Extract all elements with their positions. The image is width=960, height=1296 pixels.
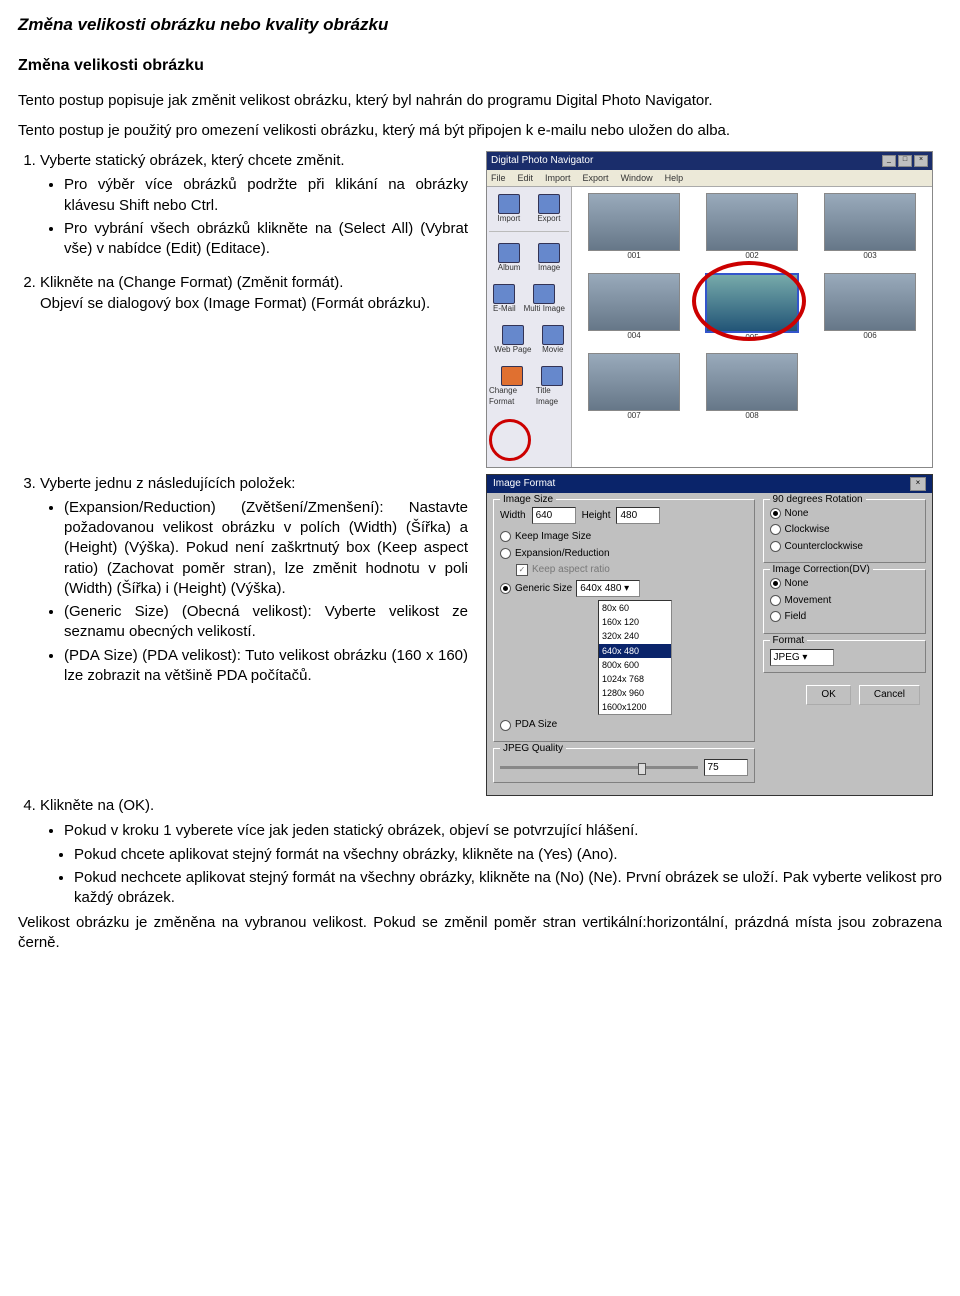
- jpeg-value: 75: [704, 759, 748, 777]
- thumbnail-icon: [588, 353, 680, 411]
- radio-icon: [500, 548, 511, 559]
- cancel-button: Cancel: [859, 685, 920, 705]
- step-3-bullet: (Expansion/Reduction) (Zvětšení/Zmenšení…: [64, 498, 468, 599]
- maximize-icon: □: [898, 155, 912, 167]
- radio-selected-icon: [770, 578, 781, 589]
- title-image-icon: [541, 366, 563, 386]
- step-2-after: Objeví se dialogový box (Image Format) (…: [40, 295, 430, 312]
- thumbnail-icon: [824, 193, 916, 251]
- page-title: Změna velikosti obrázku nebo kvality obr…: [18, 14, 942, 37]
- radio-icon: [500, 531, 511, 542]
- menu-item: Import: [545, 172, 571, 184]
- group-title: Image Correction(DV): [770, 563, 873, 577]
- movie-icon: [542, 325, 564, 345]
- generic-size-select: 640x 480 ▾: [576, 580, 640, 598]
- radio-selected-icon: [770, 508, 781, 519]
- step-4-text: Klikněte na (OK).: [40, 797, 154, 814]
- size-dropdown: 80x 60 160x 120 320x 240 640x 480 800x 6…: [598, 600, 672, 715]
- page-subtitle: Změna velikosti obrázku: [18, 55, 942, 77]
- close-icon: ×: [914, 155, 928, 167]
- height-label: Height: [582, 509, 611, 523]
- intro-paragraph-1: Tento postup popisuje jak změnit velikos…: [18, 91, 942, 111]
- export-icon: [538, 194, 560, 214]
- menu-item: File: [491, 172, 506, 184]
- group-title: 90 degrees Rotation: [770, 493, 866, 507]
- radio-icon: [770, 541, 781, 552]
- step-4-bullet: Pokud v kroku 1 vyberete více jak jeden …: [64, 821, 942, 841]
- step-1-text: Vyberte statický obrázek, který chcete z…: [40, 152, 345, 169]
- email-icon: [493, 284, 515, 304]
- thumbnail-icon: [706, 353, 798, 411]
- menu-item: Export: [583, 172, 609, 184]
- menu-item: Help: [665, 172, 684, 184]
- dialog-screenshot: Image Format × Image Size Width 640 Heig…: [486, 474, 933, 797]
- height-value: 480: [616, 507, 660, 525]
- radio-icon: [500, 720, 511, 731]
- multi-image-icon: [533, 284, 555, 304]
- thumbnail-selected-icon: [705, 273, 799, 333]
- step-4-sub-bullet: Pokud chcete aplikovat stejný formát na …: [74, 845, 942, 865]
- group-title: Format: [770, 634, 808, 648]
- menu-item: Window: [621, 172, 653, 184]
- step-1: Vyberte statický obrázek, který chcete z…: [40, 151, 468, 259]
- step-2-text: Klikněte na (Change Format) (Změnit form…: [40, 274, 343, 291]
- radio-selected-icon: [500, 583, 511, 594]
- step-4-closing: Velikost obrázku je změněna na vybranou …: [18, 913, 942, 954]
- thumbnail-icon: [588, 273, 680, 331]
- intro-paragraph-2: Tento postup je použitý pro omezení veli…: [18, 121, 942, 141]
- group-title: Image Size: [500, 493, 556, 507]
- app-title: Digital Photo Navigator: [491, 154, 593, 168]
- import-icon: [498, 194, 520, 214]
- dialog-title: Image Format: [493, 477, 555, 491]
- checkbox-icon: [516, 564, 528, 576]
- step-3-bullet: (PDA Size) (PDA velikost): Tuto velikost…: [64, 646, 468, 687]
- app-screenshot: Digital Photo Navigator _ □ × File Edit …: [486, 151, 933, 468]
- format-select: JPEG ▾: [770, 649, 834, 667]
- width-value: 640: [532, 507, 576, 525]
- step-4-sub-bullet: Pokud nechcete aplikovat stejný formát n…: [74, 868, 942, 909]
- group-title: JPEG Quality: [500, 742, 566, 756]
- slider-icon: [500, 766, 698, 769]
- menu-item: Edit: [518, 172, 534, 184]
- webpage-icon: [502, 325, 524, 345]
- thumbnail-icon: [706, 193, 798, 251]
- width-label: Width: [500, 509, 526, 523]
- step-1-bullet: Pro vybrání všech obrázků klikněte na (S…: [64, 219, 468, 260]
- album-icon: [498, 243, 520, 263]
- image-icon: [538, 243, 560, 263]
- step-3: Vyberte jednu z následujících položek: (…: [40, 474, 468, 687]
- radio-icon: [770, 595, 781, 606]
- highlight-circle-icon: [489, 419, 531, 461]
- step-3-bullet: (Generic Size) (Obecná velikost): Vybert…: [64, 602, 468, 643]
- thumbnail-icon: [588, 193, 680, 251]
- radio-icon: [770, 524, 781, 535]
- close-icon: ×: [910, 477, 926, 491]
- minimize-icon: _: [882, 155, 896, 167]
- step-1-bullet: Pro výběr více obrázků podržte při kliká…: [64, 175, 468, 216]
- ok-button: OK: [806, 685, 850, 705]
- radio-icon: [770, 611, 781, 622]
- change-format-icon: [501, 366, 523, 386]
- step-4: Klikněte na (OK). Pokud v kroku 1 vybere…: [40, 796, 942, 953]
- step-3-text: Vyberte jednu z následujících položek:: [40, 475, 295, 492]
- thumbnail-icon: [824, 273, 916, 331]
- step-2: Klikněte na (Change Format) (Změnit form…: [40, 273, 468, 314]
